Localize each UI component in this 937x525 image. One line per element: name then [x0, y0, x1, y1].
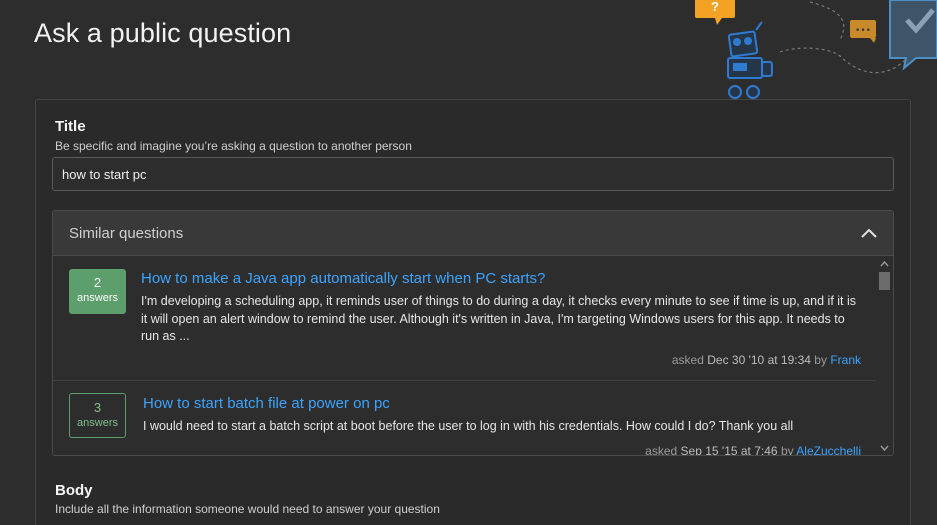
question-meta: asked Dec 30 '10 at 19:34 by Frank: [672, 353, 861, 367]
robot-illustration: ? •••: [695, 0, 937, 99]
asked-date: Sep 15 '15 at 7:46: [680, 444, 778, 456]
question-excerpt: I'm developing a scheduling app, it remi…: [141, 294, 857, 343]
question-excerpt: I would need to start a batch script at …: [143, 419, 794, 433]
scroll-up-arrow-icon[interactable]: [880, 260, 889, 268]
scroll-down-arrow-icon[interactable]: [880, 444, 889, 452]
svg-text:•••: •••: [855, 26, 871, 36]
chevron-up-icon[interactable]: [859, 224, 879, 242]
question-link[interactable]: How to make a Java app automatically sta…: [141, 270, 545, 287]
user-link[interactable]: AleZucchelli: [796, 444, 861, 455]
answer-count-badge: 3 answers: [69, 393, 126, 438]
ask-question-page: Ask a public question ? ••• Title Be spe…: [0, 0, 937, 525]
by-label: by: [814, 353, 827, 367]
divider: [53, 380, 877, 381]
scrollbar[interactable]: [876, 256, 893, 455]
body-label: Body: [55, 482, 93, 499]
question-bubble-icon: ?: [695, 0, 735, 25]
answer-count-badge: 2 answers: [69, 269, 126, 314]
user-link[interactable]: Frank: [830, 353, 861, 367]
answer-count-label: answers: [77, 417, 118, 429]
ask-question-form: Title Be specific and imagine you’re ask…: [35, 99, 911, 525]
page-title: Ask a public question: [34, 18, 292, 48]
answer-count-label: answers: [77, 292, 118, 304]
svg-text:?: ?: [711, 0, 719, 14]
asked-label: asked: [671, 353, 704, 367]
title-hint: Be specific and imagine you’re asking a …: [55, 139, 412, 153]
similar-questions-header[interactable]: Similar questions: [53, 211, 893, 256]
similar-questions-list: 2 answers How to make a Java app automat…: [53, 256, 877, 456]
scrollbar-thumb[interactable]: [879, 272, 890, 290]
asked-date: Dec 30 '10 at 19:34: [707, 353, 811, 367]
similar-questions-title: Similar questions: [69, 225, 184, 242]
question-link[interactable]: How to start batch file at power on pc: [143, 395, 390, 412]
title-label: Title: [55, 118, 86, 135]
body-hint: Include all the information someone woul…: [55, 502, 440, 516]
question-meta: asked Sep 15 '15 at 7:46 by AleZucchelli: [645, 444, 861, 456]
asked-label: asked: [645, 444, 678, 456]
answer-count: 2: [93, 275, 102, 290]
title-input[interactable]: [52, 157, 894, 191]
similar-questions-panel: Similar questions 2 answers How to make …: [52, 210, 894, 456]
check-bubble-icon: [889, 0, 937, 71]
robot-icon: [727, 21, 773, 99]
answer-count: 3: [93, 400, 102, 415]
by-label: by: [780, 444, 794, 456]
chat-dots-icon: •••: [850, 20, 876, 43]
